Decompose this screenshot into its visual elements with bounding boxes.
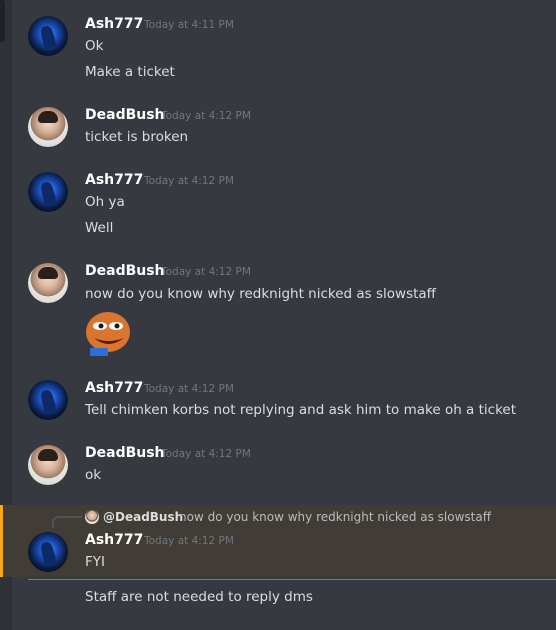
message-text: FYI [85,554,105,570]
timestamp: Today at 4:12 PM [144,175,234,187]
avatar[interactable] [28,532,68,572]
message-text: now do you know why redknight nicked as … [85,286,436,302]
message-text: Well [85,220,114,236]
avatar[interactable] [28,172,68,212]
message-text: Ok [85,38,104,54]
message-text: ok [85,467,102,483]
avatar[interactable] [28,445,68,485]
message-text: Make a ticket [85,64,175,80]
peepo-emoji-icon[interactable] [84,306,132,356]
reply-spine [52,516,82,528]
message-text: Tell chimken korbs not replying and ask … [85,402,517,418]
username[interactable]: DeadBush [85,445,165,461]
timestamp: Today at 4:12 PM [161,110,251,122]
username[interactable]: DeadBush [85,107,165,123]
avatar[interactable] [28,263,68,303]
message-text: ticket is broken [85,129,189,145]
scrollbar-thumb[interactable] [0,0,5,42]
reply-quoted-text[interactable]: now do you know why redknight nicked as … [179,510,491,524]
avatar[interactable] [28,380,68,420]
reply-mention[interactable]: @DeadBush [103,510,183,524]
avatar[interactable] [28,16,68,56]
username[interactable]: Ash777 [85,532,143,548]
timestamp: Today at 4:12 PM [144,383,234,395]
reply-avatar-icon[interactable] [85,510,99,524]
username[interactable]: Ash777 [85,16,143,32]
username[interactable]: Ash777 [85,172,143,188]
username[interactable]: Ash777 [85,380,143,396]
message-text: Staff are not needed to reply dms [85,589,313,605]
new-messages-divider [28,579,556,580]
username[interactable]: DeadBush [85,263,165,279]
message-text: Oh ya [85,194,125,210]
timestamp: Today at 4:12 PM [144,535,234,547]
mention-accent-bar [0,505,3,577]
timestamp: Today at 4:12 PM [161,448,251,460]
timestamp: Today at 4:12 PM [161,266,251,278]
avatar[interactable] [28,107,68,147]
timestamp: Today at 4:11 PM [144,19,234,31]
